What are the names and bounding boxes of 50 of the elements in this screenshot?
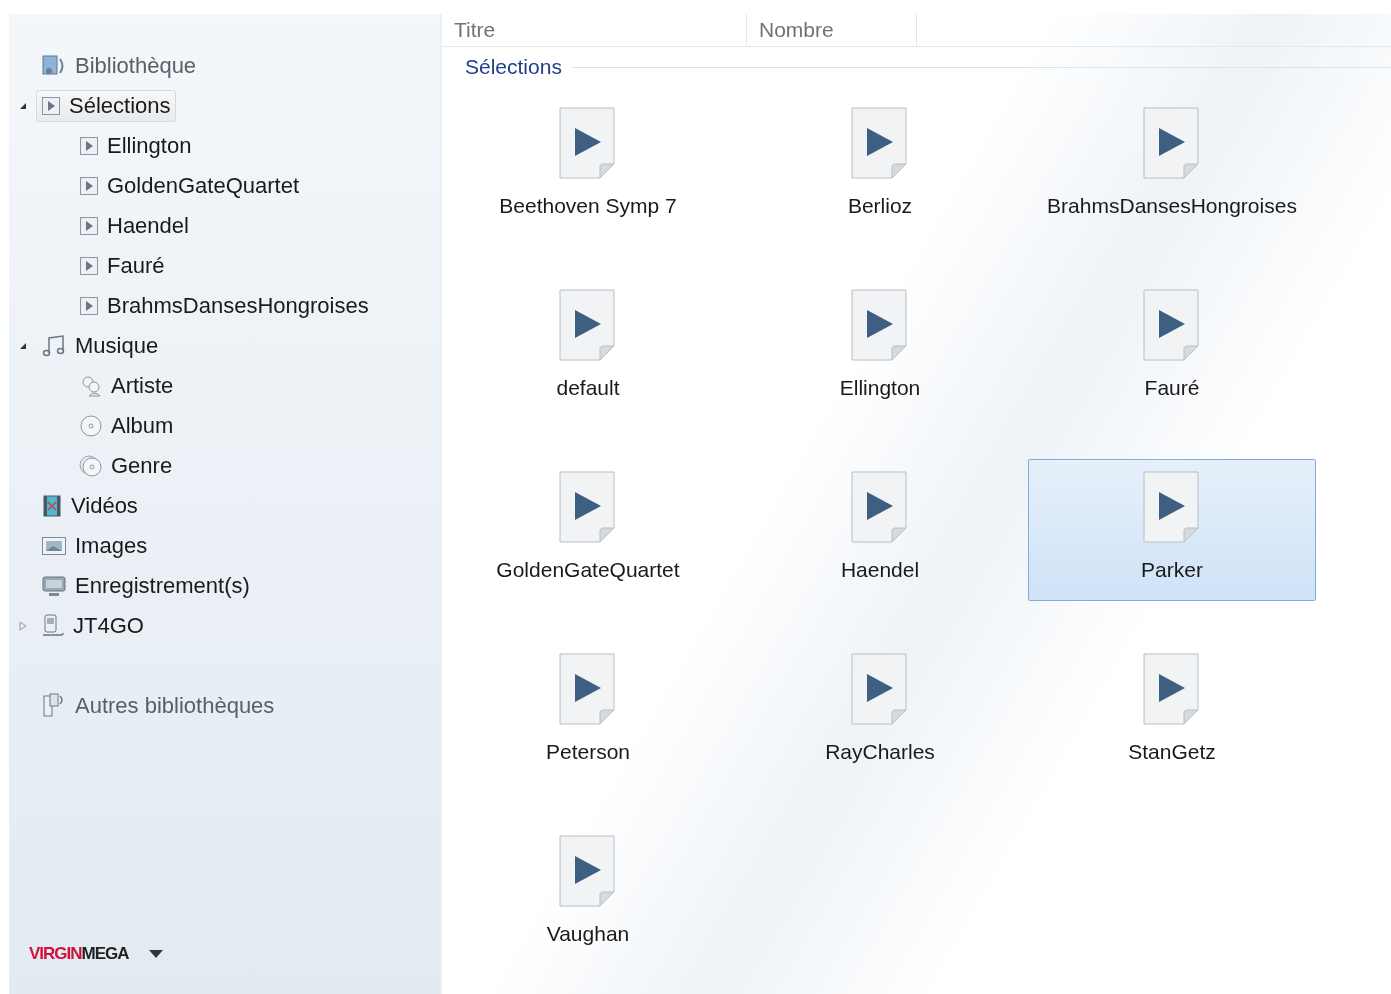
device-icon (41, 613, 65, 639)
playlist-icon (79, 136, 99, 156)
film-icon (41, 494, 63, 518)
tree-item[interactable]: Album (74, 410, 179, 442)
tree-item[interactable]: Fauré (74, 250, 170, 282)
collapse-icon[interactable] (18, 342, 27, 350)
other-libraries-link[interactable]: Autres bibliothèques (36, 689, 280, 723)
store-logo[interactable]: VIRGINMEGA (29, 944, 129, 964)
column-header[interactable]: Nombre (747, 14, 917, 46)
playlist-tile[interactable]: Fauré (1028, 277, 1316, 419)
playlist-tile[interactable]: Beethoven Symp 7 (444, 95, 732, 237)
tree-item[interactable]: BrahmsDansesHongroises (74, 290, 374, 322)
group-header: Sélections (465, 55, 562, 79)
column-header[interactable]: Titre (442, 14, 747, 46)
tree-item[interactable]: Sélections (36, 90, 176, 122)
playlist-icon (79, 216, 99, 236)
playlist-tile[interactable]: default (444, 277, 732, 419)
playlist-icon (41, 96, 61, 116)
tree-item[interactable]: JT4GO (36, 610, 149, 642)
tree-item[interactable]: Musique (36, 330, 164, 362)
playlist-icon (79, 256, 99, 276)
tree-item[interactable]: Ellington (74, 130, 197, 162)
playlist-tile[interactable]: Haendel (736, 459, 1024, 601)
playlist-tile[interactable]: Peterson (444, 641, 732, 783)
image-icon (41, 535, 67, 557)
tree-item[interactable]: Genre (74, 450, 178, 482)
music-note-icon (41, 334, 67, 358)
tree-item[interactable]: Artiste (74, 370, 179, 402)
playlist-tile[interactable]: RayCharles (736, 641, 1024, 783)
tree-item[interactable]: Images (36, 530, 153, 562)
tree-item[interactable]: Bibliothèque (36, 50, 202, 82)
playlist-tile[interactable]: GoldenGateQuartet (444, 459, 732, 601)
playlist-tile[interactable]: Ellington (736, 277, 1024, 419)
monitor-icon (41, 574, 67, 598)
dropdown-caret-icon[interactable] (148, 950, 163, 958)
playlist-tile[interactable]: Berlioz (736, 95, 1024, 237)
playlist-tile[interactable]: BrahmsDansesHongroises (1028, 95, 1316, 237)
playlist-tile[interactable]: Vaughan (444, 823, 732, 965)
tree-item[interactable]: Enregistrement(s) (36, 570, 255, 602)
tree-item[interactable]: Vidéos (36, 490, 143, 522)
tree-item[interactable]: Haendel (74, 210, 194, 242)
collapse-icon[interactable] (18, 102, 27, 110)
tree-item[interactable]: GoldenGateQuartet (74, 170, 304, 202)
playlist-icon (79, 176, 99, 196)
playlist-tile[interactable]: StanGetz (1028, 641, 1316, 783)
playlist-icon (79, 296, 99, 316)
people-icon (79, 374, 103, 398)
discs-icon (79, 454, 103, 478)
playlist-tile[interactable]: Parker (1028, 459, 1316, 601)
disc-icon (79, 414, 103, 438)
